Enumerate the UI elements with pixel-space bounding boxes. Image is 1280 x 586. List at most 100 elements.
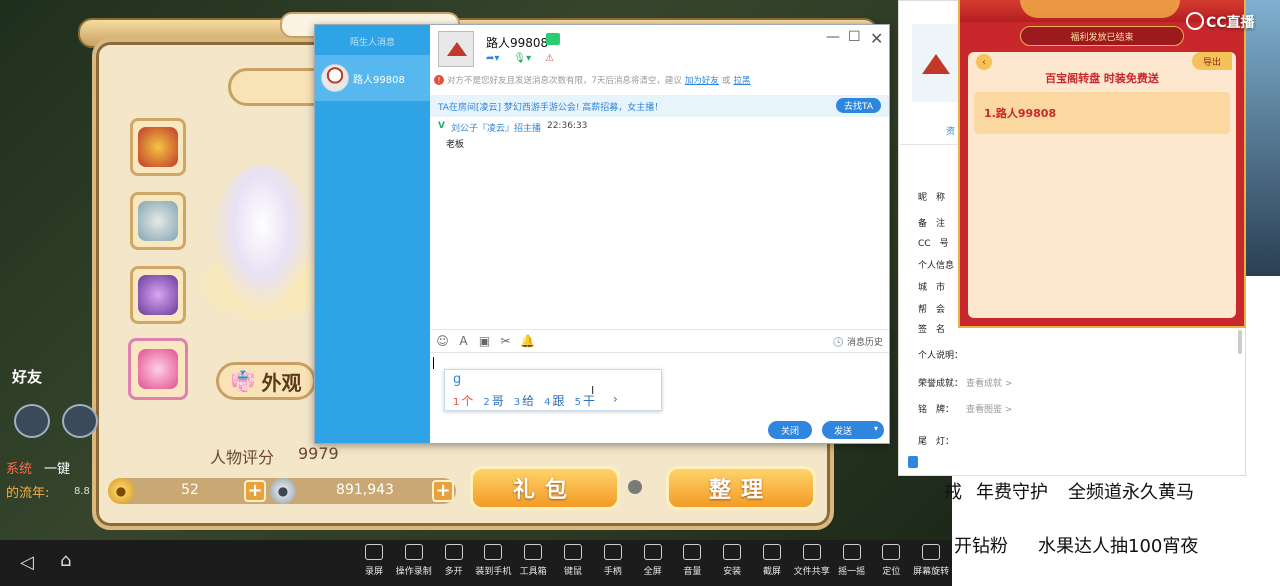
close-button[interactable]: 关闭	[768, 421, 812, 439]
message-sender[interactable]: 刘公子『凌云』招主播	[451, 121, 541, 134]
toolbar-button[interactable]: 录屏	[354, 544, 394, 577]
ime-candidate[interactable]: 5干	[575, 392, 595, 409]
alarm-icon[interactable]: ⚠	[545, 53, 554, 64]
toolbar-icon	[484, 544, 503, 560]
friend-button[interactable]: 好友	[12, 366, 42, 387]
microphone-icon[interactable]: 🎙▾	[513, 53, 531, 64]
export-button[interactable]: 导出	[1192, 52, 1232, 70]
game-chat-small: 8.8	[74, 486, 90, 497]
toolbar-button[interactable]: 装到手机	[473, 544, 513, 577]
ime-next-page-button[interactable]: ›	[613, 392, 618, 409]
profile-field-label: 尾 灯：	[918, 437, 955, 447]
toolbar-icon	[802, 544, 821, 560]
event-title: 百宝阁转盘 时装免费送	[1045, 72, 1159, 85]
back-icon[interactable]: ◁	[20, 552, 34, 573]
maximize-button[interactable]: ☐	[848, 29, 861, 45]
history-label: 消息历史	[846, 338, 883, 348]
equipment-slot-3[interactable]	[130, 266, 186, 324]
add-gold-button[interactable]: +	[244, 480, 266, 502]
message-time: 22:36:33	[546, 121, 588, 131]
ime-candidates: 1 个 2 哥 3 给 4 跟 5 干 ›	[453, 392, 618, 409]
ime-candidate-number: 2	[483, 397, 490, 408]
profile-field-label: 个人信息	[918, 261, 955, 271]
toolbar-button[interactable]: 截屏	[752, 544, 792, 577]
warning-icon: !	[434, 75, 444, 85]
add-friend-link[interactable]: 加为好友	[685, 74, 719, 86]
toolbar-button[interactable]: 屏幕旋转	[911, 544, 951, 577]
profile-tab[interactable]: 资	[946, 124, 955, 137]
rating-label: 人物评分	[210, 448, 275, 467]
equipment-icon	[138, 127, 178, 167]
block-link[interactable]: 拉黑	[733, 74, 750, 86]
toolbar-button[interactable]: 多开	[434, 544, 474, 577]
toolbar-button[interactable]: 音量	[672, 544, 712, 577]
toolbar-button[interactable]: 全屏	[633, 544, 673, 577]
toolbar-button[interactable]: 工具箱	[513, 544, 553, 577]
emoji-icon[interactable]: ☺	[436, 334, 449, 348]
chat-contact-name: 路人99808	[486, 36, 549, 50]
profile-field-value[interactable]: 查看图鉴 >	[966, 402, 1012, 415]
scissors-icon[interactable]: ✂	[499, 334, 512, 348]
outfit-tab-label: 外观	[261, 370, 302, 395]
ime-candidate-text: 个	[461, 394, 474, 408]
ime-candidate[interactable]: 2哥	[483, 392, 503, 409]
ime-candidate[interactable]: 1个	[453, 392, 473, 409]
ime-candidate-number: 4	[544, 397, 551, 408]
ime-candidate[interactable]: 3给	[514, 392, 534, 409]
document-icon[interactable]	[908, 456, 918, 468]
video-strip-lower	[1246, 276, 1280, 586]
avatar[interactable]	[438, 31, 474, 67]
gift-button[interactable]: 礼包	[470, 466, 620, 510]
toolbar-button[interactable]: 文件共享	[792, 544, 832, 577]
equipment-slot-4[interactable]	[128, 338, 188, 400]
sort-button[interactable]: 整理	[666, 466, 816, 510]
home-icon[interactable]: ⌂	[60, 550, 71, 571]
toolbar-button[interactable]: 操作录制	[394, 544, 434, 577]
equipment-slot-2[interactable]	[130, 192, 186, 250]
ime-candidate-text: 给	[522, 394, 535, 408]
scrollbar[interactable]	[1238, 330, 1242, 354]
ime-candidate-number: 3	[513, 397, 521, 408]
toolbar-button[interactable]: 键鼠	[553, 544, 593, 577]
message-history-button[interactable]: 🕓 消息历史	[833, 335, 883, 348]
send-button[interactable]: 发送 ▾	[822, 421, 884, 439]
chevron-down-icon[interactable]: ▾	[874, 424, 878, 433]
toolbar-icon	[723, 544, 742, 560]
toolbar-label: 工具箱	[519, 567, 547, 577]
profile-field-label: CC 号	[918, 239, 949, 249]
equipment-slot-1[interactable]	[130, 118, 186, 176]
toolbar-label: 屏幕旋转	[913, 567, 950, 577]
ime-composition: g	[453, 372, 462, 387]
toolbar-button[interactable]: 手柄	[593, 544, 633, 577]
font-icon[interactable]: A	[457, 334, 470, 348]
chat-main: 路人99808 ➦▾ 🎙▾ ⚠ — ☐ ✕ ! 对方不是您好友且发送消息次数有限…	[430, 25, 889, 443]
share-icon[interactable]: ➦▾	[486, 53, 499, 64]
find-ta-button[interactable]: 去找TA	[836, 98, 881, 113]
toolbar-label: 装到手机	[475, 567, 512, 577]
sidebar-contact[interactable]: 路人99808	[315, 55, 430, 101]
close-window-button[interactable]: ✕	[870, 29, 883, 48]
outfit-tab[interactable]: 👘 外观	[216, 362, 316, 400]
mail-icon[interactable]	[62, 404, 98, 438]
avatar	[321, 64, 349, 92]
minimize-button[interactable]: —	[826, 29, 840, 45]
toolbar-icon	[365, 544, 383, 560]
input-toolbar: ☺ A ▣ ✂ 🔔 🕓 消息历史	[430, 329, 889, 353]
toolbar-button[interactable]: 安装	[712, 544, 752, 577]
profile-avatar	[912, 24, 960, 102]
toolbar-button[interactable]: 摇一摇	[832, 544, 872, 577]
profile-field-value[interactable]: 查看成就 >	[966, 376, 1012, 389]
toolbar-button[interactable]: 定位	[871, 544, 911, 577]
sidebar-contact-name: 路人99808	[353, 74, 405, 86]
profile-field-label: 昵 称	[918, 193, 946, 203]
bell-icon[interactable]: 🔔	[520, 334, 535, 348]
game-chat-line: 的流年:	[6, 486, 50, 501]
character-model	[212, 165, 312, 315]
add-silver-button[interactable]: +	[432, 480, 454, 502]
chat-bubble-icon[interactable]	[14, 404, 50, 438]
promo-text: 开钻粉	[954, 536, 1008, 557]
image-icon[interactable]: ▣	[478, 334, 491, 348]
ime-candidate[interactable]: 4跟	[544, 392, 564, 409]
back-button[interactable]: ‹	[976, 54, 992, 70]
toolbar-label: 全屏	[643, 567, 662, 577]
